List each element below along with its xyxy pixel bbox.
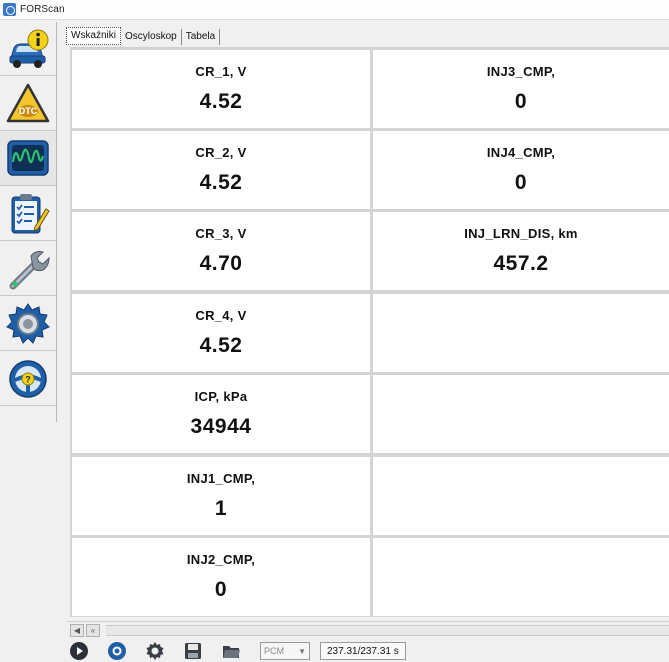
double-caret-left-icon: « (90, 626, 96, 635)
gauge-cr2[interactable]: CR_2, V 4.52 (72, 131, 370, 209)
chevron-down-icon: ▼ (298, 646, 306, 656)
gauge-inj-lrn-dis[interactable]: INJ_LRN_DIS, km 457.2 (373, 212, 669, 290)
tab-tabela[interactable]: Tabela (182, 29, 221, 45)
gauge-name: CR_4, V (195, 308, 247, 323)
gauge-empty-slot[interactable] (373, 538, 669, 616)
gauge-inj2-cmp[interactable]: INJ2_CMP, 0 (72, 538, 370, 616)
module-select-value: PCM (264, 646, 284, 656)
sidebar: DTC ? (0, 22, 57, 422)
scroll-first-button[interactable]: « (86, 624, 100, 637)
gauge-name: INJ2_CMP, (186, 552, 256, 567)
gauge-inj3-cmp[interactable]: INJ3_CMP, 0 (373, 50, 669, 128)
gauge-name: CR_3, V (195, 226, 247, 241)
gauge-name: INJ4_CMP, (486, 145, 556, 160)
forscan-window: FORScan DTC ? Wskaźniki Oscyloskop Tabel… (0, 0, 669, 662)
open-button[interactable] (218, 640, 244, 662)
gauge-grid: CR_1, V 4.52 CR_2, V 4.52 CR_3, V 4.70 C… (70, 47, 669, 617)
save-button[interactable] (180, 640, 206, 662)
bottom-toolbar: PCM ▼ 237.31/237.31 s (66, 640, 669, 662)
gauge-value: 34944 (190, 415, 252, 438)
gauge-name: INJ3_CMP, (486, 64, 556, 79)
gauge-empty-slot[interactable] (373, 457, 669, 535)
gauge-value: 457.2 (493, 252, 549, 275)
gauge-cr4[interactable]: CR_4, V 4.52 (72, 294, 370, 372)
gauge-value: 0 (514, 171, 528, 194)
help-icon-label: ? (25, 374, 31, 384)
play-button[interactable] (66, 640, 92, 662)
gauge-value: 4.52 (199, 171, 243, 194)
play-icon (70, 642, 88, 660)
title-bar: FORScan (0, 0, 669, 20)
gear-icon (6, 302, 50, 344)
sidebar-item-service[interactable] (0, 242, 56, 296)
dtc-warning-icon: DTC (6, 83, 50, 122)
clipboard-checklist-icon (11, 193, 50, 233)
save-icon (185, 643, 201, 659)
settings-button[interactable] (142, 640, 168, 662)
time-display: 237.31/237.31 s (320, 642, 406, 660)
module-select[interactable]: PCM ▼ (260, 642, 310, 660)
gauge-name: ICP, kPa (194, 389, 248, 404)
gauge-value: 1 (214, 497, 228, 520)
gauge-value: 0 (214, 578, 228, 601)
steering-wheel-help-icon: ? (9, 359, 47, 398)
oscilloscope-icon (7, 139, 49, 176)
gauge-value: 4.52 (199, 90, 243, 113)
gauge-value: 4.52 (199, 334, 243, 357)
record-button[interactable] (104, 640, 130, 662)
caret-left-icon: ◀ (73, 626, 81, 635)
gauge-empty-slot[interactable] (373, 294, 669, 372)
gauge-empty-slot[interactable] (373, 375, 669, 453)
open-folder-icon (223, 646, 240, 658)
sidebar-item-help[interactable]: ? (0, 352, 56, 406)
gauge-name: CR_2, V (195, 145, 247, 160)
tab-oscyloskop[interactable]: Oscyloskop (121, 29, 182, 45)
scrollbar-track[interactable] (106, 625, 669, 636)
window-title: FORScan (20, 4, 65, 15)
gauge-name: CR_1, V (195, 64, 247, 79)
gauge-name: INJ_LRN_DIS, km (464, 226, 578, 241)
gauge-cr1[interactable]: CR_1, V 4.52 (72, 50, 370, 128)
scroll-left-button[interactable]: ◀ (70, 624, 84, 637)
tab-wskazniki[interactable]: Wskaźniki (66, 27, 122, 45)
sidebar-item-vehicle-info[interactable] (0, 22, 56, 76)
gauge-value: 4.70 (199, 252, 243, 275)
gauge-value: 0 (514, 90, 528, 113)
sidebar-item-oscilloscope[interactable] (0, 132, 56, 186)
sidebar-item-dtc[interactable]: DTC (0, 77, 56, 131)
forscan-app-icon (3, 3, 16, 16)
settings-icon (146, 642, 164, 660)
wrench-icon (9, 250, 50, 289)
gauge-inj1-cmp[interactable]: INJ1_CMP, 1 (72, 457, 370, 535)
gauge-name: INJ1_CMP, (186, 471, 256, 486)
gauge-icp[interactable]: ICP, kPa 34944 (72, 375, 370, 453)
gauge-cr3[interactable]: CR_3, V 4.70 (72, 212, 370, 290)
horizontal-scrollbar[interactable]: ◀ « (66, 621, 669, 638)
sidebar-item-tests[interactable] (0, 187, 56, 241)
dtc-icon-label: DTC (19, 106, 38, 116)
sidebar-item-configuration[interactable] (0, 297, 56, 351)
tab-bar: Wskaźniki Oscyloskop Tabela (66, 27, 221, 45)
car-info-icon (9, 29, 49, 68)
record-icon (108, 642, 126, 660)
gauge-inj4-cmp[interactable]: INJ4_CMP, 0 (373, 131, 669, 209)
